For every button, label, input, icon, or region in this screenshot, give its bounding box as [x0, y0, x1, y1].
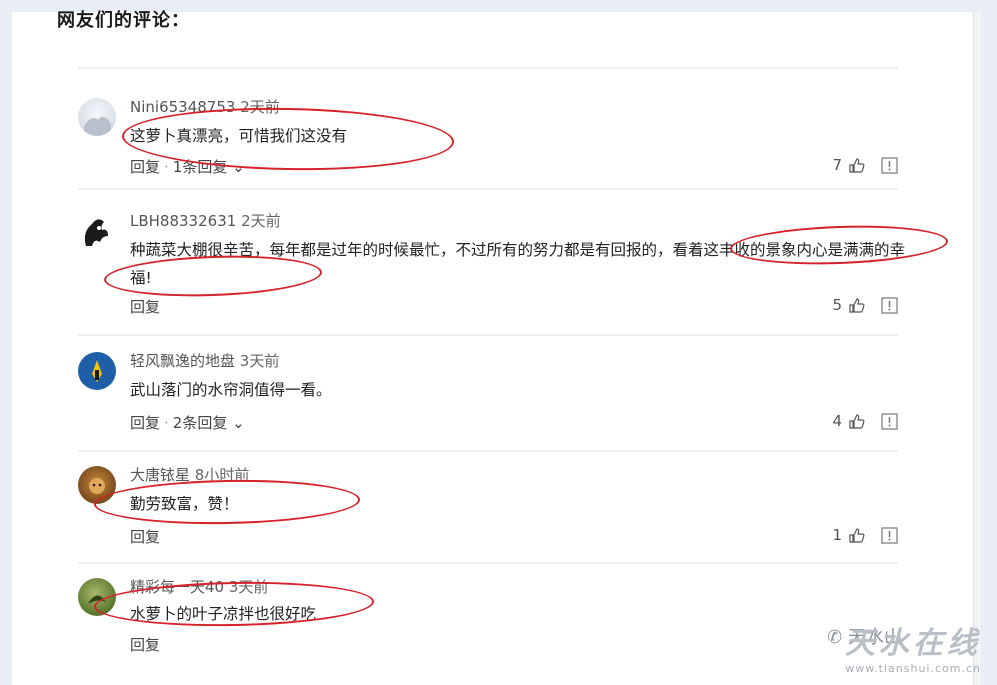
- like-area: 1: [832, 526, 898, 544]
- view-replies-link[interactable]: 2条回复 ⌄: [173, 414, 245, 432]
- avatar-image-icon: [92, 360, 102, 382]
- timestamp: 8小时前: [194, 466, 250, 484]
- wechat-icon: ✆: [827, 627, 843, 648]
- reply-button[interactable]: 回复: [130, 298, 160, 316]
- reply-button[interactable]: 回复: [130, 158, 160, 176]
- like-count: 1: [832, 526, 842, 544]
- separator-dot: ·: [164, 158, 169, 176]
- comment-actions: 回复 · 2条回复 ⌄: [130, 412, 245, 433]
- comment-actions: 回复: [130, 526, 160, 547]
- report-icon[interactable]: [881, 412, 898, 430]
- timestamp: 2天前: [241, 212, 281, 230]
- like-area: 7: [832, 156, 898, 174]
- comment-text: 勤劳致富，赞！: [130, 495, 239, 513]
- avatar-image-icon: [88, 595, 106, 604]
- timestamp: 3天前: [228, 578, 269, 596]
- comment-meta: 大唐铱星 8小时前: [130, 464, 249, 485]
- comment-meta: 精彩每一天40 3天前: [130, 576, 268, 597]
- comment-item: 精彩每一天40 3天前 水萝卜的叶子凉拌也很好吃 回复: [78, 564, 898, 674]
- comment-meta: Nini65348753 2天前: [130, 96, 280, 117]
- username[interactable]: Nini65348753: [130, 98, 235, 116]
- comment-actions: 回复 · 1条回复 ⌄: [130, 156, 245, 177]
- comment-text: 武山落门的水帘洞值得一看。: [130, 381, 332, 399]
- username[interactable]: 轻风飘逸的地盘: [130, 352, 235, 370]
- username[interactable]: LBH88332631: [130, 212, 236, 230]
- comment-text: 水萝卜的叶子凉拌也很好吃: [130, 605, 317, 623]
- comment-meta: 轻风飘逸的地盘 3天前: [130, 350, 279, 371]
- timestamp: 2天前: [240, 98, 280, 116]
- comment-text: 种蔬菜大棚很辛苦，每年都是过年的时候最忙，不过所有的努力都是有回报的，看着这丰收…: [130, 241, 906, 287]
- avatar[interactable]: [78, 212, 116, 250]
- report-icon[interactable]: [881, 296, 898, 314]
- separator-dot: ·: [164, 414, 169, 432]
- comment-actions: 回复: [130, 296, 160, 317]
- comment-item: Nini65348753 2天前 这萝卜真漂亮，可惜我们这没有 回复 · 1条回复 …: [78, 70, 898, 190]
- like-area: 4: [832, 412, 898, 430]
- watermark-url: www.tianshui.com.cn: [845, 662, 981, 675]
- avatar[interactable]: [78, 578, 116, 616]
- chevron-down-icon: ⌄: [227, 158, 245, 176]
- comment-item: 轻风飘逸的地盘 3天前 武山落门的水帘洞值得一看。 回复 · 2条回复 ⌄ 4: [78, 336, 898, 452]
- avatar-image-icon: [84, 116, 111, 136]
- thumbs-up-icon[interactable]: [848, 413, 865, 430]
- thumbs-up-icon[interactable]: [848, 297, 865, 314]
- avatar-image-icon: [84, 219, 108, 246]
- scrollbar[interactable]: [973, 12, 979, 685]
- reply-button[interactable]: 回复: [130, 636, 160, 654]
- timestamp: 3天前: [239, 352, 280, 370]
- like-count: 5: [832, 296, 842, 314]
- avatar[interactable]: [78, 466, 116, 504]
- watermark: 天水在线 www.tianshui.com.cn: [845, 618, 981, 675]
- avatar-image-icon: [89, 478, 105, 494]
- reply-button[interactable]: 回复: [130, 528, 160, 546]
- avatar[interactable]: [78, 352, 116, 390]
- thumbs-up-icon[interactable]: [848, 527, 865, 544]
- comment-item: 大唐铱星 8小时前 勤劳致富，赞！ 回复 1: [78, 452, 898, 564]
- avatar[interactable]: [78, 98, 116, 136]
- report-icon[interactable]: [881, 156, 898, 174]
- chevron-down-icon: ⌄: [227, 414, 245, 432]
- like-count: 7: [832, 156, 842, 174]
- view-replies-link[interactable]: 1条回复 ⌄: [173, 158, 245, 176]
- comment-actions: 回复: [130, 634, 160, 655]
- divider: [78, 67, 898, 69]
- thumbs-up-icon[interactable]: [848, 157, 865, 174]
- report-icon[interactable]: [881, 526, 898, 544]
- like-area: 5: [832, 296, 898, 314]
- comment-list: Nini65348753 2天前 这萝卜真漂亮，可惜我们这没有 回复 · 1条回复 …: [78, 70, 949, 674]
- username[interactable]: 大唐铱星: [130, 466, 190, 484]
- reply-button[interactable]: 回复: [130, 414, 160, 432]
- page-title: 网友们的评论：: [57, 10, 190, 31]
- comment-text: 这萝卜真漂亮，可惜我们这没有: [130, 127, 348, 145]
- comment-item: LBH88332631 2天前 种蔬菜大棚很辛苦，每年都是过年的时候最忙，不过所…: [78, 190, 949, 336]
- username[interactable]: 精彩每一天40: [130, 578, 224, 596]
- comment-meta: LBH88332631 2天前: [130, 210, 281, 231]
- watermark-logo: 天水在线: [845, 626, 981, 661]
- like-count: 4: [832, 412, 842, 430]
